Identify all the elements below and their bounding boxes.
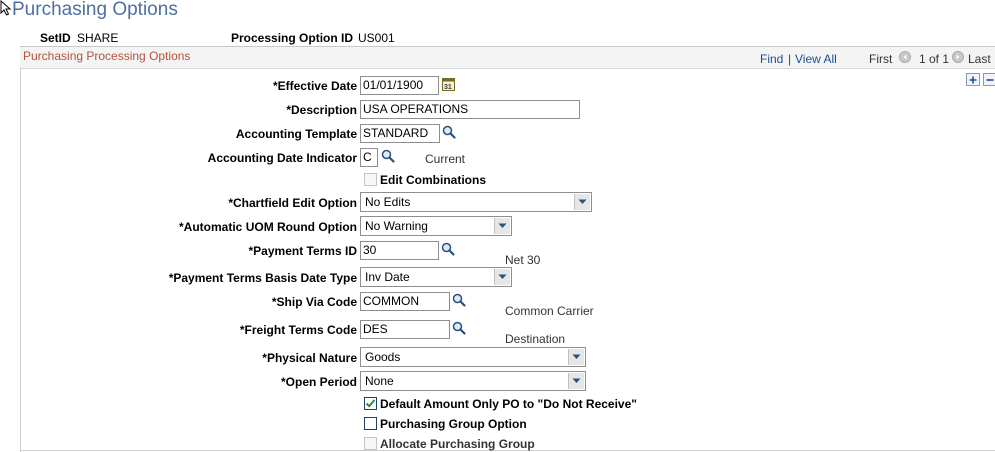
effective-date-input[interactable]: 01/01/1900	[360, 76, 439, 95]
ship-via-code-desc: Common Carrier	[505, 304, 594, 318]
payment-terms-basis-date-type-value: Inv Date	[365, 270, 410, 284]
chartfield-edit-option-label: *Chartfield Edit Option	[228, 196, 357, 210]
previous-icon[interactable]	[899, 51, 911, 63]
setid-label: SetID	[40, 31, 71, 45]
chartfield-edit-option-select[interactable]: No Edits	[360, 192, 592, 212]
purchasing-group-option-checkbox[interactable]	[364, 417, 377, 430]
freight-terms-code-desc: Destination	[505, 332, 566, 346]
dropdown-arrow-icon[interactable]	[494, 269, 510, 285]
effective-date-label: *Effective Date	[272, 79, 357, 93]
physical-nature-select[interactable]: Goods	[360, 347, 586, 367]
setid-value: SHARE	[77, 31, 119, 45]
lookup-icon[interactable]	[452, 293, 466, 307]
last-label: Last	[968, 52, 991, 66]
automatic-uom-round-option-select[interactable]: No Warning	[360, 216, 512, 236]
automatic-uom-round-option-label: *Automatic UOM Round Option	[179, 220, 357, 234]
open-period-label: *Open Period	[280, 375, 357, 389]
allocate-purchasing-group-label: Allocate Purchasing Group	[380, 437, 535, 451]
default-amount-only-label: Default Amount Only PO to "Do Not Receiv…	[380, 397, 637, 411]
section-title: Purchasing Processing Options	[23, 49, 191, 63]
description-input[interactable]: USA OPERATIONS	[360, 100, 580, 119]
payment-terms-id-label: *Payment Terms ID	[248, 244, 358, 258]
accounting-date-indicator-input[interactable]: C	[360, 148, 378, 167]
dropdown-arrow-icon[interactable]	[494, 218, 510, 234]
section-left-border	[20, 67, 21, 452]
payment-terms-basis-date-type-select[interactable]: Inv Date	[360, 267, 512, 287]
dropdown-arrow-icon[interactable]	[568, 349, 584, 365]
ship-via-code-label: *Ship Via Code	[271, 295, 357, 309]
lookup-icon[interactable]	[441, 242, 455, 256]
payment-terms-id-desc: Net 30	[505, 253, 541, 267]
row-count: 1 of 1	[919, 52, 950, 66]
page-title: Purchasing Options	[12, 0, 178, 20]
description-label: *Description	[286, 103, 357, 117]
delete-row-icon[interactable]	[983, 73, 995, 86]
next-icon[interactable]	[952, 51, 964, 63]
automatic-uom-round-option-value: No Warning	[365, 219, 428, 233]
ship-via-code-input[interactable]: COMMON	[360, 292, 450, 311]
add-row-icon[interactable]	[966, 73, 980, 86]
nav-separator: |	[788, 52, 792, 66]
find-link[interactable]: Find	[760, 52, 783, 66]
accounting-date-indicator-desc: Current	[425, 152, 466, 166]
freight-terms-code-input[interactable]: DES	[360, 320, 450, 339]
default-amount-only-checkbox[interactable]	[364, 397, 377, 410]
accounting-date-indicator-label: Accounting Date Indicator	[207, 151, 357, 165]
purchasing-group-option-label: Purchasing Group Option	[380, 417, 527, 431]
lookup-icon[interactable]	[452, 321, 466, 335]
chartfield-edit-option-value: No Edits	[365, 195, 411, 209]
first-label: First	[869, 52, 893, 66]
view-all-link[interactable]: View All	[795, 52, 837, 66]
calendar-icon[interactable]: 31	[442, 77, 455, 91]
dropdown-arrow-icon[interactable]	[568, 373, 584, 389]
freight-terms-code-label: *Freight Terms Code	[239, 323, 357, 337]
processing-option-id-value: US001	[358, 31, 395, 45]
edit-combinations-checkbox[interactable]	[364, 173, 377, 186]
processing-option-id-label: Processing Option ID	[231, 31, 354, 45]
physical-nature-label: *Physical Nature	[262, 351, 357, 365]
accounting-template-input[interactable]: STANDARD	[360, 124, 440, 143]
accounting-template-label: Accounting Template	[235, 127, 357, 141]
physical-nature-value: Goods	[365, 350, 401, 364]
open-period-select[interactable]: None	[360, 371, 586, 391]
payment-terms-id-input[interactable]: 30	[360, 241, 439, 260]
payment-terms-basis-date-type-label: *Payment Terms Basis Date Type	[168, 271, 357, 285]
dropdown-arrow-icon[interactable]	[574, 194, 590, 210]
lookup-icon[interactable]	[442, 125, 456, 139]
lookup-icon[interactable]	[381, 149, 395, 163]
svg-text:31: 31	[444, 84, 452, 91]
checkmark-icon	[365, 399, 376, 408]
allocate-purchasing-group-checkbox[interactable]	[364, 437, 377, 450]
edit-combinations-label: Edit Combinations	[380, 173, 486, 187]
open-period-value: None	[365, 374, 394, 388]
